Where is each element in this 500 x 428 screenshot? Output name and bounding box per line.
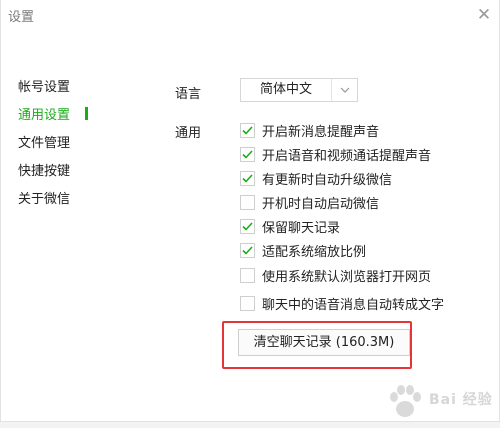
- language-select[interactable]: 简体中文: [240, 78, 358, 102]
- sidebar-item-account[interactable]: 帐号设置: [18, 76, 70, 95]
- option-label: 有更新时自动升级微信: [262, 172, 393, 188]
- chevron-down-icon: [333, 79, 357, 101]
- option-system-scaling[interactable]: 适配系统缩放比例: [240, 241, 367, 260]
- sidebar-item-general[interactable]: 通用设置: [18, 104, 70, 123]
- option-voice-to-text[interactable]: 聊天中的语音消息自动转成文字: [240, 294, 445, 313]
- checkbox[interactable]: [240, 146, 255, 162]
- language-label: 语言: [175, 87, 202, 102]
- settings-window: 设置 ✕ 帐号设置 通用设置 文件管理 快捷按键 关于微信 语言 简体中文 通用…: [0, 0, 500, 422]
- checkbox[interactable]: [240, 194, 255, 210]
- option-new-message-sound[interactable]: 开启新消息提醒声音: [240, 121, 380, 140]
- option-default-browser[interactable]: 使用系统默认浏览器打开网页: [240, 266, 432, 285]
- language-select-value: 简体中文: [241, 79, 332, 101]
- checkbox[interactable]: [240, 170, 255, 186]
- bottom-strip: [0, 422, 500, 428]
- checkbox[interactable]: [240, 242, 255, 258]
- option-launch-at-startup[interactable]: 开机时自动启动微信: [240, 193, 380, 212]
- sidebar-item-files[interactable]: 文件管理: [18, 132, 70, 151]
- option-call-sound[interactable]: 开启语音和视频通话提醒声音: [240, 145, 432, 164]
- option-label: 保留聊天记录: [262, 220, 341, 236]
- sidebar-item-about[interactable]: 关于微信: [18, 188, 70, 207]
- watermark-text: Bai 经验: [429, 392, 493, 408]
- close-icon[interactable]: ✕: [471, 2, 497, 28]
- option-label: 开启新消息提醒声音: [262, 124, 380, 140]
- general-label: 通用: [175, 126, 202, 141]
- option-label: 聊天中的语音消息自动转成文字: [262, 297, 445, 313]
- option-label: 适配系统缩放比例: [262, 244, 367, 260]
- option-label: 使用系统默认浏览器打开网页: [262, 269, 432, 285]
- checkbox[interactable]: [240, 122, 255, 138]
- baidu-watermark: Bai 经验: [383, 381, 495, 421]
- option-label: 开机时自动启动微信: [262, 196, 380, 212]
- option-keep-chat-history[interactable]: 保留聊天记录: [240, 217, 341, 236]
- sidebar-active-indicator: [85, 107, 88, 120]
- clear-chat-history-button[interactable]: 清空聊天记录 (160.3M): [238, 329, 410, 356]
- option-auto-update[interactable]: 有更新时自动升级微信: [240, 169, 393, 188]
- option-label: 开启语音和视频通话提醒声音: [262, 148, 432, 164]
- checkbox[interactable]: [240, 267, 255, 283]
- checkbox[interactable]: [240, 295, 255, 311]
- checkbox[interactable]: [240, 218, 255, 234]
- window-title: 设置: [8, 10, 35, 25]
- sidebar-item-shortcuts[interactable]: 快捷按键: [18, 160, 70, 179]
- paw-icon: [390, 385, 421, 417]
